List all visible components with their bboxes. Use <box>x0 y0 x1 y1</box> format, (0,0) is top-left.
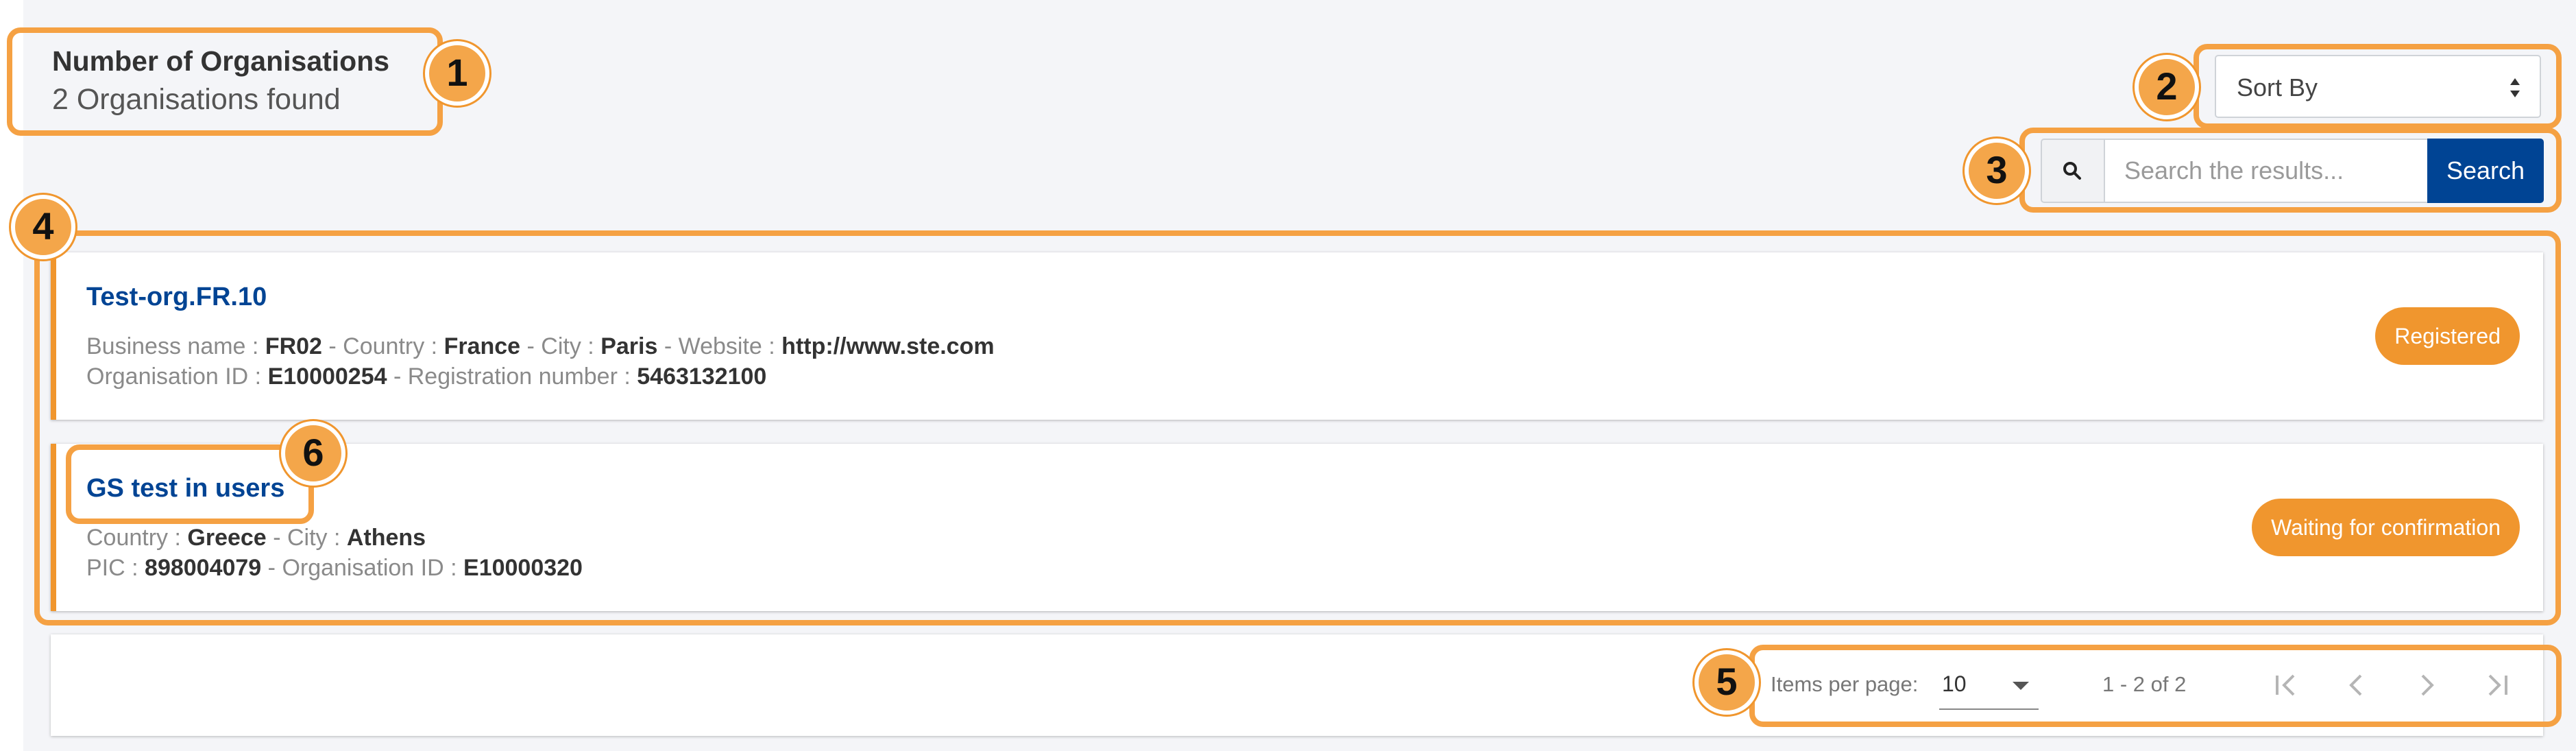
callout-frame-results <box>34 230 2561 625</box>
callout-frame-pagination <box>1749 645 2562 727</box>
callout-marker: 4 <box>11 195 75 259</box>
callout-marker: 2 <box>2135 55 2199 119</box>
callout-marker: 6 <box>281 421 345 486</box>
callout-frame-sort <box>2194 44 2562 129</box>
callout-frame-search <box>2019 128 2562 213</box>
callout-marker: 3 <box>1965 139 2029 203</box>
callout-marker: 1 <box>425 41 489 106</box>
callout-marker: 5 <box>1694 650 1759 715</box>
callout-frame-organisation-name <box>66 444 314 524</box>
callout-frame-header <box>7 27 443 136</box>
